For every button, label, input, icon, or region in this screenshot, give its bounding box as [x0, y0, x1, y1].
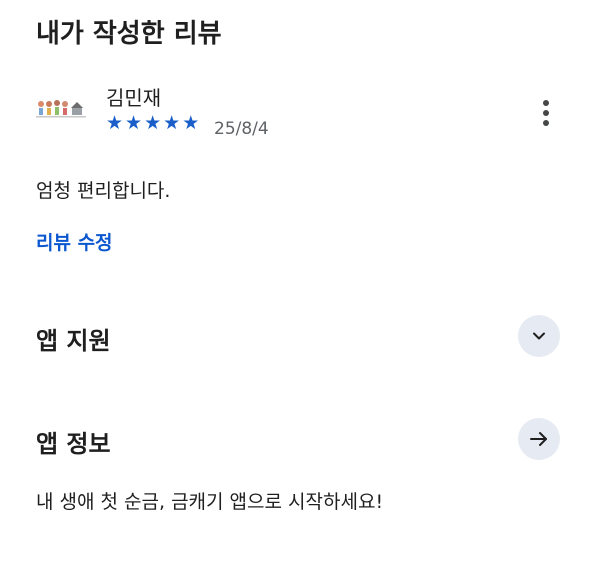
edit-review-button[interactable]: 리뷰 수정: [36, 228, 113, 255]
star-icon: ★: [106, 112, 124, 134]
app-support-title[interactable]: 앱 지원: [36, 321, 111, 356]
arrow-right-icon: [530, 432, 547, 446]
review-page: 내가 작성한 리뷰 김민재 ★ ★ ★ ★ ★ 25/8/4 엄청 편리합니다.…: [0, 0, 600, 561]
star-icon: ★: [144, 112, 162, 134]
star-icon: ★: [163, 112, 181, 134]
my-review-title: 내가 작성한 리뷰: [36, 19, 222, 49]
review-text: 엄청 편리합니다.: [36, 180, 171, 202]
more-vert-icon: [543, 100, 549, 126]
reviewer-avatar: [36, 100, 86, 118]
more-options-button[interactable]: [532, 98, 560, 128]
star-rating: ★ ★ ★ ★ ★: [106, 114, 199, 133]
star-icon: ★: [182, 112, 200, 134]
app-info-open-button[interactable]: [518, 418, 560, 460]
app-description: 내 생애 첫 순금, 금캐기 앱으로 시작하세요!: [36, 491, 384, 513]
app-support-expand-button[interactable]: [518, 315, 560, 357]
review-date: 25/8/4: [214, 119, 269, 139]
app-info-title[interactable]: 앱 정보: [36, 424, 111, 459]
star-icon: ★: [125, 112, 143, 134]
chevron-down-icon: [533, 332, 545, 340]
review-header: 김민재 ★ ★ ★ ★ ★ 25/8/4: [36, 82, 566, 142]
reviewer-name: 김민재: [106, 86, 162, 110]
